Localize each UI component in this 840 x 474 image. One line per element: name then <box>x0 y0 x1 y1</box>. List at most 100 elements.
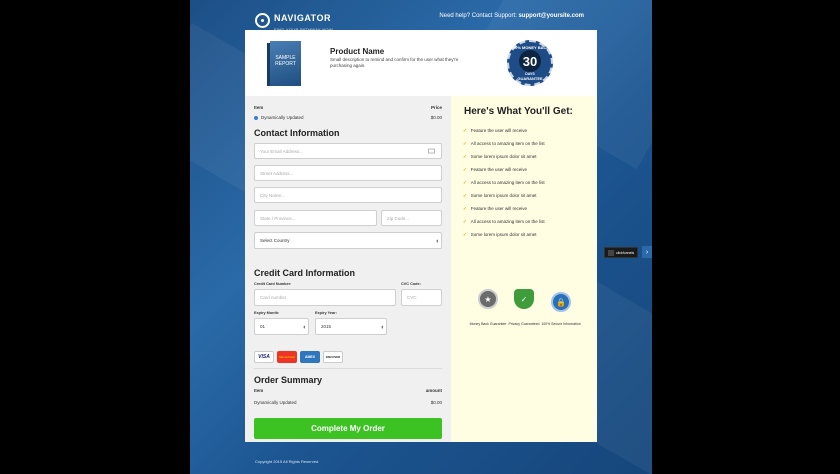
support-email-link[interactable]: support@yoursite.com <box>518 13 584 19</box>
lock-icon: 🔒 <box>551 292 571 312</box>
trust-badge-label: Privacy Guaranteed <box>508 322 540 326</box>
select-arrows-icon: ⬍ <box>302 324 306 329</box>
item-radio-icon[interactable] <box>254 115 258 120</box>
product-hero: SAMPLE REPORT Product Name Small descrip… <box>245 30 597 96</box>
mastercard-icon: MasterCard <box>277 351 297 363</box>
checkmark-icon: ✓ <box>463 128 467 133</box>
expiry-month-select[interactable]: 01 ⬍ <box>254 318 309 335</box>
item-name: Dynamically Updated <box>261 115 304 120</box>
benefits-column: Here's What You'll Get: ✓ Feature the use… <box>451 96 597 442</box>
benefit-item: ✓ Feature the user will receive <box>463 167 527 173</box>
summary-col-item: Item <box>254 388 264 393</box>
contact-heading: Contact Information <box>254 128 340 138</box>
benefit-item: ✓ Feature the user will receive <box>463 206 527 212</box>
summary-item-name: Dynamically Updated <box>254 400 297 405</box>
envelope-icon <box>428 148 435 154</box>
summary-row: Dynamically Updated $0.00 <box>254 400 442 405</box>
street-address-field[interactable]: Street Address... <box>254 165 442 181</box>
accepted-cards: VISA MasterCard AMEX DISCOVER <box>254 351 343 363</box>
items-col-item: Item <box>254 105 264 110</box>
state-field[interactable]: State / Province... <box>254 210 377 226</box>
header: NAVIGATOR FIND YOUR PATHWAY NOW Need hel… <box>190 0 652 32</box>
card-number-field[interactable]: Card number <box>254 289 396 306</box>
cvc-label: CVC Code: <box>401 282 421 286</box>
select-arrows-icon: ⬍ <box>380 324 384 329</box>
widget-logo-icon <box>608 249 614 256</box>
checkmark-icon: ✓ <box>463 154 467 159</box>
country-value: Select Country <box>260 238 290 243</box>
widget-label: clickfunnels <box>616 250 635 255</box>
clickfunnels-widget[interactable]: clickfunnels <box>604 247 638 258</box>
discover-icon: DISCOVER <box>323 351 343 363</box>
page-background: NAVIGATOR FIND YOUR PATHWAY NOW Need hel… <box>190 0 652 474</box>
checkmark-icon: ✓ <box>463 167 467 172</box>
item-row: Dynamically Updated $0.00 <box>254 115 442 120</box>
cvc-placeholder: CVC <box>407 295 417 300</box>
state-placeholder: State / Province... <box>260 215 296 221</box>
zip-field[interactable]: Zip Code... <box>381 210 442 226</box>
summary-col-amount: amount <box>425 388 442 393</box>
card-number-placeholder: Card number <box>260 295 287 300</box>
shield-check-icon: ✓ <box>514 289 534 309</box>
benefit-item: ✓ All access to amazing item on the list <box>463 219 545 225</box>
order-form-card: SAMPLE REPORT Product Name Small descrip… <box>245 30 597 442</box>
complete-order-button[interactable]: Complete My Order <box>254 418 442 439</box>
benefit-text: All access to amazing item on the list <box>470 219 545 224</box>
support-contact: Need help? Contact Support: support@your… <box>439 13 584 19</box>
trust-badge-label: 100% Secure Information <box>541 322 581 326</box>
benefit-text: Some lorem ipsum dolor sit amet <box>470 154 537 159</box>
chevron-right-icon[interactable]: › <box>642 246 652 258</box>
benefit-text: All access to amazing item on the list <box>470 141 545 146</box>
money-back-seal-icon: 100% MONEY BACK 30 DAYS GUARANTEE <box>507 40 553 86</box>
seal-days-number: 30 <box>519 50 541 72</box>
credit-card-heading: Credit Card Information <box>254 268 356 278</box>
benefit-text: Feature the user will receive <box>470 206 528 211</box>
amex-icon: AMEX <box>300 351 320 363</box>
benefit-text: Feature the user will receive <box>470 128 528 133</box>
expiry-year-value: 2015 <box>321 324 332 329</box>
support-prefix: Need help? Contact Support: <box>439 13 517 19</box>
checkmark-icon: ✓ <box>463 180 467 185</box>
benefit-item: ✓ Some lorem ipsum dolor sit amet <box>463 232 537 238</box>
divider <box>254 368 442 369</box>
compass-icon <box>255 12 270 28</box>
expiry-month-value: 01 <box>260 324 266 329</box>
checkmark-icon: ✓ <box>463 206 467 211</box>
summary-header: Item amount <box>254 388 442 393</box>
items-col-price: Price <box>430 105 442 110</box>
benefit-item: ✓ All access to amazing item on the list <box>463 180 545 186</box>
expiry-month-label: Expiry Month: <box>254 311 280 315</box>
benefit-item: ✓ Some lorem ipsum dolor sit amet <box>463 193 537 199</box>
items-header: Item Price <box>254 105 442 110</box>
checkmark-icon: ✓ <box>463 141 467 146</box>
book-cover-label: SAMPLE REPORT <box>270 41 301 86</box>
checkmark-icon: ✓ <box>463 232 467 237</box>
expiry-year-select[interactable]: 2015 ⬍ <box>315 318 387 335</box>
footer-copyright: Copyright 2015 All Rights Reserved. <box>255 459 320 464</box>
benefit-text: All access to amazing item on the list <box>470 180 545 185</box>
cvc-field[interactable]: CVC <box>401 289 442 306</box>
trust-badge-label: Money Back Guarantee <box>469 322 507 326</box>
expiry-year-label: Expiry Year: <box>315 311 337 315</box>
city-field[interactable]: City Name... <box>254 187 442 203</box>
checkmark-icon: ✓ <box>463 219 467 224</box>
email-field[interactable]: Your Email Address... <box>254 143 442 159</box>
benefit-text: Some lorem ipsum dolor sit amet <box>470 193 537 198</box>
benefit-item: ✓ Some lorem ipsum dolor sit amet <box>463 154 537 160</box>
report-book-image: SAMPLE REPORT <box>267 41 301 86</box>
email-placeholder: Your Email Address... <box>260 148 303 154</box>
benefits-heading: Here's What You'll Get: <box>464 106 573 117</box>
order-summary-heading: Order Summary <box>254 375 323 385</box>
benefit-text: Some lorem ipsum dolor sit amet <box>470 232 537 237</box>
benefit-item: ✓ All access to amazing item on the list <box>463 141 545 147</box>
checkout-column: Item Price Dynamically Updated $0.00 Con… <box>245 96 451 442</box>
benefit-item: ✓ Feature the user will receive <box>463 128 527 134</box>
checkmark-icon: ✓ <box>463 193 467 198</box>
card-number-label: Credit Card Number: <box>254 282 292 286</box>
summary-item-amount: $0.00 <box>430 400 442 405</box>
brand-logo[interactable]: NAVIGATOR FIND YOUR PATHWAY NOW <box>255 8 333 32</box>
seal-bottom-text: GUARANTEE <box>517 76 543 81</box>
benefit-text: Feature the user will receive <box>470 167 528 172</box>
country-select[interactable]: Select Country ⬍ <box>254 232 442 249</box>
badge-seal-icon: ★ <box>478 289 498 309</box>
